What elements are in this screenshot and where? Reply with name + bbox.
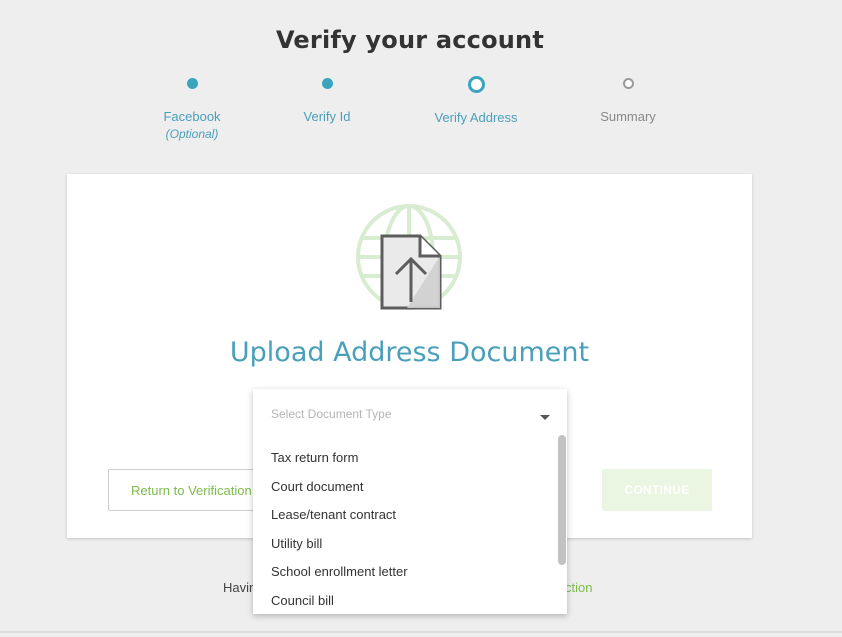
document-upload-icon [356,204,462,310]
step-summary: Summary [558,76,698,124]
step-pending-dot [622,78,634,89]
document-type-select[interactable]: Select Document Type [253,389,567,437]
step-label: Summary [600,109,656,124]
caret-down-icon [540,415,550,420]
option-lease-tenant-contract[interactable]: Lease/tenant contract [253,501,553,530]
step-complete-dot [321,78,333,89]
return-to-verification-button[interactable]: Return to Verification [108,469,268,511]
page-title: Verify your account [275,26,545,54]
option-utility-bill[interactable]: Utility bill [253,530,553,559]
continue-button[interactable]: CONTINUE [602,469,712,511]
divider [0,631,842,633]
option-tax-return-form[interactable]: Tax return form [253,444,553,473]
help-text: Havin [223,580,257,595]
step-sublabel: (Optional) [165,127,219,141]
dropdown-scrollbar-thumb[interactable] [558,435,566,565]
step-verify-id[interactable]: Verify Id [257,76,397,124]
document-type-options: Tax return form Court document Lease/ten… [253,444,553,614]
option-court-document[interactable]: Court document [253,473,553,502]
help-link[interactable]: ction [565,580,592,595]
step-current-ring [467,76,485,93]
step-label: Verify Id [303,109,351,124]
select-placeholder: Select Document Type [271,407,392,421]
step-complete-dot [186,78,198,89]
option-school-enrollment-letter[interactable]: School enrollment letter [253,558,553,587]
upload-heading: Upload Address Document [229,337,590,368]
step-label: Facebook [163,109,221,124]
step-verify-address[interactable]: Verify Address [406,76,546,125]
step-label: Verify Address [434,110,518,125]
document-type-dropdown[interactable]: Select Document Type Tax return form Cou… [253,389,567,614]
step-facebook[interactable]: Facebook (Optional) [122,76,262,141]
option-council-bill[interactable]: Council bill [253,587,553,615]
